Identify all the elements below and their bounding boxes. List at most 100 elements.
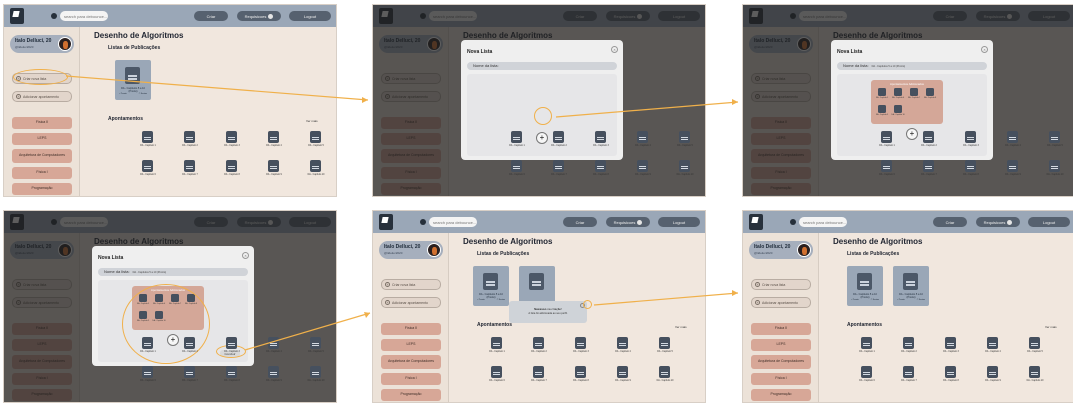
criar-button[interactable]: Criar bbox=[933, 217, 967, 227]
criar-button[interactable]: Criar bbox=[563, 217, 597, 227]
file-item[interactable]: DA - Capítulo 7 bbox=[901, 366, 917, 382]
ver-mais-link[interactable]: Ver mais bbox=[306, 119, 318, 123]
adicionar-apontamento-button[interactable]: +Adicionar apontamento bbox=[751, 297, 811, 308]
file-item[interactable]: DA - Capítulo 9 bbox=[1005, 160, 1021, 176]
requisicoes-button[interactable]: Requisicoes bbox=[606, 217, 650, 227]
search-input[interactable] bbox=[429, 217, 477, 227]
search-input[interactable] bbox=[60, 11, 108, 21]
app-logo-icon[interactable] bbox=[749, 214, 763, 230]
file-item[interactable]: DA - Capítulo 7 bbox=[182, 160, 198, 176]
file-item[interactable]: DA - Capítulo 8 bbox=[224, 366, 240, 382]
file-item[interactable]: DA - Capítulo 7 bbox=[531, 366, 547, 382]
profile-card[interactable]: Italo Delluci, 20 @itdeluc2020 bbox=[10, 35, 74, 53]
file-item[interactable]: DA - Capítulo 5 bbox=[657, 337, 673, 353]
subject-fisica-1[interactable]: Física I bbox=[12, 167, 72, 179]
search-input[interactable] bbox=[799, 217, 847, 227]
subject-fisica-1[interactable]: Física I bbox=[751, 373, 811, 385]
criar-lista-button[interactable]: +Criar nova lista bbox=[381, 279, 441, 290]
file-item[interactable]: DA - Capítulo 2 bbox=[551, 131, 567, 147]
file-item[interactable]: DA - Capítulo 9 bbox=[615, 366, 631, 382]
logout-button[interactable]: Logout bbox=[658, 217, 700, 227]
file-item[interactable]: DA - Capítulo 6 bbox=[140, 160, 156, 176]
list-name-field[interactable]: Nome da lista: DA - Capítulos 5 a 10 (Pro… bbox=[98, 268, 248, 276]
file-item[interactable]: DA - Capítulo 10 bbox=[657, 366, 673, 382]
file-item[interactable]: DA - Capítulo 4 bbox=[615, 337, 631, 353]
subject-programacao[interactable]: Programação bbox=[12, 183, 72, 195]
file-item[interactable]: DA - Capítulo 6 bbox=[140, 366, 156, 382]
requisicoes-button[interactable]: Requisicoes bbox=[237, 11, 281, 21]
file-item[interactable]: DA - Capítulo 5 bbox=[1027, 337, 1043, 353]
file-item[interactable]: DA - Capítulo 7 bbox=[182, 366, 198, 382]
avatar[interactable] bbox=[797, 243, 811, 257]
file-item[interactable]: DA - Capítulo 3 bbox=[943, 337, 959, 353]
file-item[interactable]: DA - Capítulo 10 bbox=[677, 160, 693, 176]
list-name-field[interactable]: Nome da lista: bbox=[467, 62, 617, 70]
file-item[interactable]: DA - Capítulo 10 bbox=[308, 160, 324, 176]
file-item[interactable]: DA - Capítulo 3 bbox=[963, 131, 979, 147]
subject-programacao[interactable]: Programação bbox=[381, 389, 441, 401]
file-item[interactable]: DA - Capítulo 5 bbox=[308, 131, 324, 147]
add-apontamento-button[interactable]: + bbox=[536, 132, 548, 144]
app-logo-icon[interactable] bbox=[379, 214, 393, 230]
app-logo-icon[interactable] bbox=[10, 8, 24, 24]
ver-mais-link[interactable]: Ver mais bbox=[1045, 325, 1057, 329]
file-item[interactable]: DA - Capítulo 5 bbox=[677, 131, 693, 147]
subject-fisica-2[interactable]: Física II bbox=[751, 323, 811, 335]
publication-card[interactable]: DA - Capítulos 5 a 10 (Pronto) + Pronto ©… bbox=[115, 60, 151, 100]
publication-card-new[interactable]: DA - Capítulos 5 a 10 (Pronto) + Pronto ©… bbox=[893, 266, 929, 306]
added-file-item[interactable]: DA - Capítulo 6 bbox=[892, 88, 904, 99]
profile-card[interactable]: Italo Delluci, 20 @itdeluc2020 bbox=[749, 241, 813, 259]
file-item[interactable]: DA - Capítulo 8 bbox=[963, 160, 979, 176]
avatar[interactable] bbox=[58, 37, 72, 51]
close-icon[interactable]: × bbox=[242, 252, 249, 259]
file-item[interactable]: DA - Capítulo 1 bbox=[140, 337, 156, 353]
file-item[interactable]: DA - Capítulo 8 bbox=[593, 160, 609, 176]
adicionar-apontamento-button[interactable]: +Adicionar apontamento bbox=[381, 297, 441, 308]
file-item[interactable]: DA - Capítulo 9 bbox=[635, 160, 651, 176]
file-item[interactable]: DA - Capítulo 3 bbox=[573, 337, 589, 353]
file-item[interactable]: DA - Capítulo 2 bbox=[901, 337, 917, 353]
file-item[interactable]: DA - Capítulo 2 bbox=[182, 337, 198, 353]
file-item[interactable]: DA - Capítulo 10 bbox=[1047, 160, 1063, 176]
added-file-item[interactable]: DA - Capítulo 8 bbox=[924, 88, 936, 99]
file-item[interactable]: DA - Capítulo 8 bbox=[224, 160, 240, 176]
subject-fisica-1[interactable]: Física I bbox=[381, 373, 441, 385]
subject-leps[interactable]: LEPS bbox=[381, 339, 441, 351]
added-file-item[interactable]: DA - Capítulo 10 bbox=[891, 105, 905, 116]
publication-card[interactable]: DA - Capítulos 5 a 10 (Pronto) + Pronto ©… bbox=[473, 266, 509, 306]
file-item[interactable]: DA - Capítulo 10 bbox=[1027, 366, 1043, 382]
file-item[interactable]: DA - Capítulo 2 bbox=[182, 131, 198, 147]
logout-button[interactable]: Logout bbox=[1028, 217, 1070, 227]
file-item[interactable]: DA - Capítulo 8 bbox=[943, 366, 959, 382]
criar-button[interactable]: Criar bbox=[194, 11, 228, 21]
file-item[interactable]: DA - Capítulo 6 bbox=[879, 160, 895, 176]
file-item[interactable]: DA - Capítulo 1 bbox=[879, 131, 895, 147]
file-item[interactable]: DA - Capítulo 4 bbox=[266, 337, 282, 353]
file-item[interactable]: DA - Capítulo 6 bbox=[509, 160, 525, 176]
added-file-item[interactable]: DA - Capítulo 5 bbox=[876, 88, 888, 99]
file-item[interactable]: DA - Capítulo 4 bbox=[635, 131, 651, 147]
added-file-item[interactable]: DA - Capítulo 7 bbox=[908, 88, 920, 99]
close-icon[interactable]: × bbox=[611, 46, 618, 53]
subject-arquitetura[interactable]: Arquitetura de Computadores bbox=[751, 355, 811, 369]
ver-mais-link[interactable]: Ver mais bbox=[675, 325, 687, 329]
avatar[interactable] bbox=[427, 243, 441, 257]
subject-arquitetura[interactable]: Arquitetura de Computadores bbox=[381, 355, 441, 369]
file-item[interactable]: DA - Capítulo 5 bbox=[308, 337, 324, 353]
file-item[interactable]: DA - Capítulo 3 bbox=[593, 131, 609, 147]
file-item[interactable]: DA - Capítulo 6 bbox=[859, 366, 875, 382]
subject-arquitetura[interactable]: Arquitetura de Computadores bbox=[12, 149, 72, 163]
file-item[interactable]: DA - Capítulo 1 bbox=[140, 131, 156, 147]
list-name-field[interactable]: Nome da lista: DA - Capítulos 5 a 10 (Pro… bbox=[837, 62, 987, 70]
added-file-item[interactable]: DA - Capítulo 9 bbox=[876, 105, 888, 116]
file-item[interactable]: DA - Capítulo 7 bbox=[921, 160, 937, 176]
file-item[interactable]: DA - Capítulo 1 bbox=[489, 337, 505, 353]
file-item[interactable]: DA - Capítulo 9 bbox=[266, 160, 282, 176]
publication-card[interactable]: DA - Capítulos 5 a 10 (Pronto) + Pronto ©… bbox=[847, 266, 883, 306]
profile-card[interactable]: Italo Delluci, 20 @itdeluc2020 bbox=[379, 241, 443, 259]
file-item[interactable]: DA - Capítulo 6 bbox=[489, 366, 505, 382]
file-item[interactable]: DA - Capítulo 1 bbox=[509, 131, 525, 147]
close-icon[interactable]: × bbox=[981, 46, 988, 53]
requisicoes-button[interactable]: Requisicoes bbox=[976, 217, 1020, 227]
subject-fisica-2[interactable]: Física II bbox=[12, 117, 72, 129]
